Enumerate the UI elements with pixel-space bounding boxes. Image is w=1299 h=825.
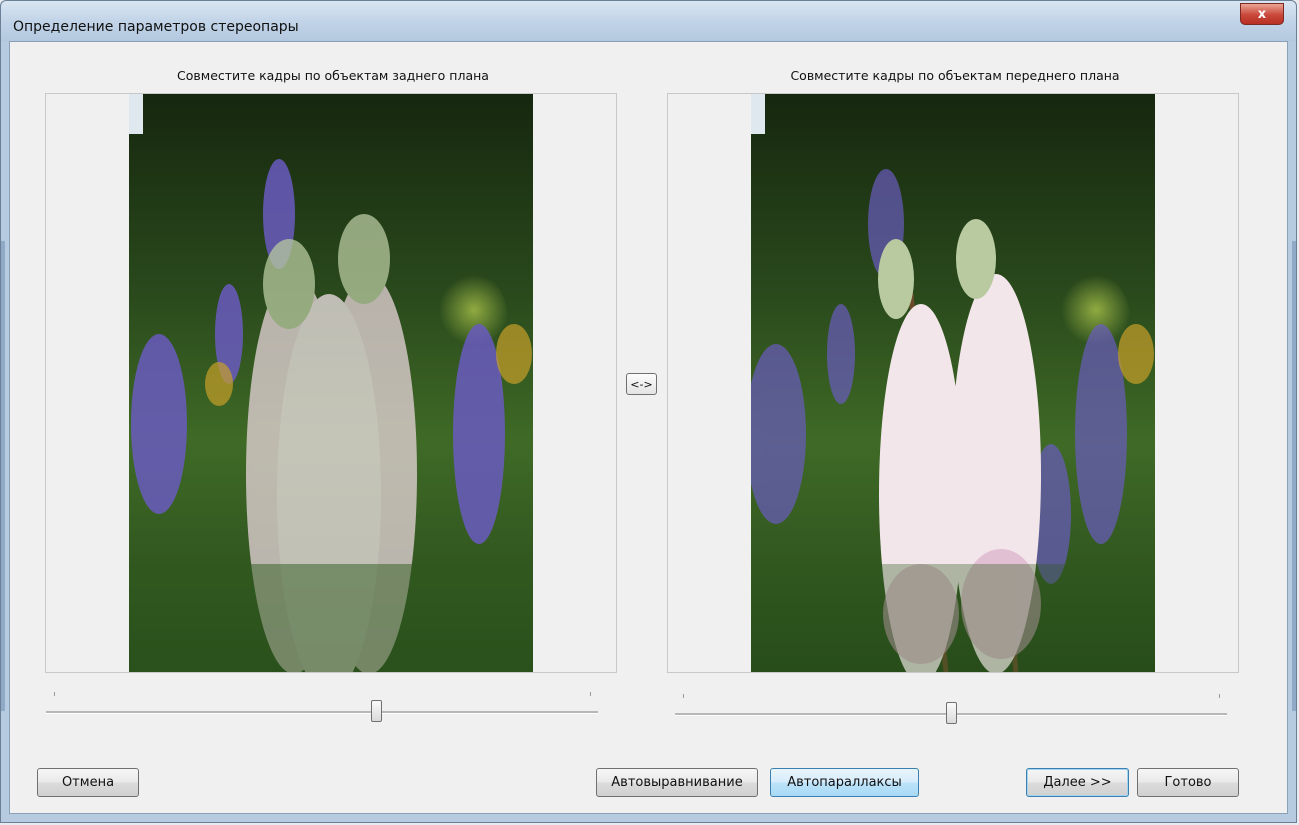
window-title: Определение параметров стереопары xyxy=(13,19,299,35)
slider-thumb[interactable] xyxy=(946,702,957,724)
slider-thumb[interactable] xyxy=(371,700,382,722)
title-bar[interactable]: Определение параметров стереопары x xyxy=(1,1,1296,41)
left-offset-slider[interactable] xyxy=(46,692,598,732)
dialog-window: Определение параметров стереопары x Совм… xyxy=(0,0,1297,823)
auto-align-button[interactable]: Автовыравнивание xyxy=(596,768,758,797)
left-panel-label: Совместите кадры по объектам заднего пла… xyxy=(177,68,489,83)
right-panel-label: Совместите кадры по объектам переднего п… xyxy=(790,68,1120,83)
done-button[interactable]: Готово xyxy=(1137,768,1239,797)
left-border-accent xyxy=(1,241,5,711)
right-photo xyxy=(751,94,1155,672)
slider-tick xyxy=(54,692,55,696)
right-offset-slider[interactable] xyxy=(675,694,1227,734)
slider-tick xyxy=(683,694,684,698)
left-image-frame[interactable] xyxy=(45,93,617,673)
right-border-accent xyxy=(1292,241,1296,711)
close-button[interactable]: x xyxy=(1240,3,1284,25)
left-photo xyxy=(129,94,533,672)
close-icon: x xyxy=(1257,6,1267,22)
slider-track xyxy=(46,711,598,714)
swap-frames-button[interactable]: <-> xyxy=(626,373,657,395)
auto-parallax-button[interactable]: Автопараллаксы xyxy=(770,768,919,797)
cancel-button[interactable]: Отмена xyxy=(37,768,139,797)
slider-tick xyxy=(590,692,591,696)
slider-tick xyxy=(1219,694,1220,698)
next-button[interactable]: Далее >> xyxy=(1026,768,1129,797)
right-image-frame[interactable] xyxy=(667,93,1239,673)
dialog-client-area: Совместите кадры по объектам заднего пла… xyxy=(9,41,1288,814)
